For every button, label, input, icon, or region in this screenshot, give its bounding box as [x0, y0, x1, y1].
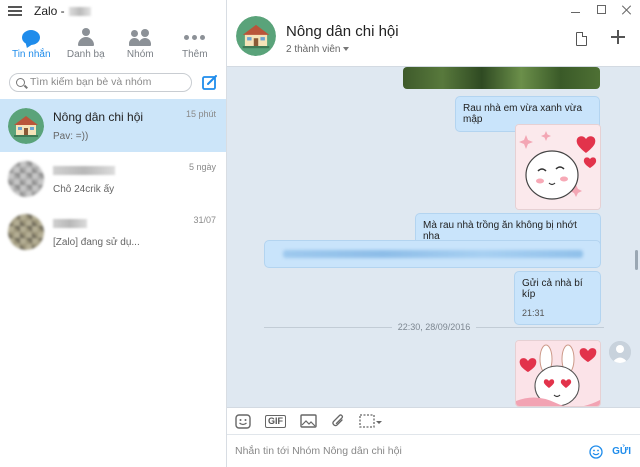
- main-nav: Tin nhắn Danh bạ Nhóm Thêm: [0, 22, 226, 64]
- contact-avatar: [8, 213, 44, 250]
- conversation-time: 15 phút: [185, 109, 216, 119]
- message-text: Rau nhà em vừa xanh vừa mập: [463, 103, 583, 125]
- date-separator-label: 22:30, 28/09/2016: [397, 322, 471, 332]
- app-title: Zalo -: [34, 4, 65, 18]
- sidebar: Zalo - Tin nhắn Danh bạ Nhóm Thêm Tìm ki…: [0, 0, 227, 467]
- nav-tab-contacts[interactable]: Danh bạ: [59, 27, 113, 60]
- message-text: Gửi cả nhà bí kíp: [522, 278, 583, 300]
- nav-tab-label: Nhóm: [126, 49, 154, 60]
- minimize-icon[interactable]: [571, 5, 581, 15]
- send-button[interactable]: GỬI: [612, 446, 631, 457]
- conversation-preview: [Zalo] đang sử dụ...: [53, 236, 140, 248]
- date-separator: 22:30, 28/09/2016: [264, 321, 605, 333]
- nav-tab-messages[interactable]: Tin nhắn: [4, 27, 58, 60]
- group-avatar: [8, 107, 44, 144]
- more-icon: [184, 34, 206, 40]
- composer-toolbar: GIF: [227, 407, 640, 434]
- blurred-name: [53, 165, 115, 175]
- message-list[interactable]: Rau nhà em vừa xanh vừa mập Mà rau nhà t…: [227, 67, 640, 407]
- compose-icon[interactable]: [202, 74, 218, 90]
- conversation-preview: Chỗ 24crik ấy: [53, 183, 115, 195]
- app-titlebar: Zalo -: [0, 0, 226, 22]
- sticker-message[interactable]: [515, 124, 601, 210]
- maximize-icon[interactable]: [597, 5, 606, 14]
- chat-panel: Nông dân chi hội 2 thành viên Rau nhà em…: [227, 0, 640, 467]
- nav-tab-more[interactable]: Thêm: [168, 27, 222, 60]
- gif-label: GIF: [265, 414, 286, 428]
- contact-icon: [77, 28, 94, 46]
- chat-title: Nông dân chi hội: [286, 23, 399, 40]
- conversation-time: 5 ngày: [188, 162, 216, 172]
- chat-header: Nông dân chi hội 2 thành viên: [227, 0, 640, 67]
- chevron-down-icon: [342, 47, 349, 52]
- message-bubble: Gửi cả nhà bí kíp 21:31: [514, 271, 601, 325]
- gif-button[interactable]: GIF: [265, 414, 286, 429]
- conversation-item[interactable]: Chỗ 24crik ấy 5 ngày: [0, 152, 226, 205]
- nav-tab-label: Danh bạ: [66, 49, 105, 60]
- blurred-message-bubble: [264, 240, 601, 268]
- message-text: Mà rau nhà trồng ăn không bị nhớt nha: [423, 220, 577, 242]
- conversation-preview: Pav: =)): [53, 130, 89, 142]
- sticker-message[interactable]: [515, 340, 601, 407]
- nav-tab-label: Thêm: [181, 49, 208, 60]
- search-row: [0, 68, 226, 96]
- members-count: 2 thành viên: [286, 44, 341, 55]
- nav-tab-label: Tin nhắn: [11, 49, 51, 60]
- blurred-text: [283, 250, 583, 258]
- conversation-item[interactable]: [Zalo] đang sử dụ... 31/07: [0, 205, 226, 258]
- contact-avatar: [8, 160, 44, 197]
- document-icon[interactable]: [576, 32, 587, 46]
- screenshot-icon[interactable]: [359, 413, 383, 429]
- blurred-name: [53, 218, 87, 228]
- message-time: 21:31: [522, 308, 545, 318]
- composer: GỬI: [227, 434, 640, 467]
- message-input[interactable]: [235, 445, 575, 457]
- blurred-account-name: [68, 6, 91, 16]
- attachment-icon[interactable]: [331, 413, 345, 429]
- sender-avatar[interactable]: [609, 341, 631, 363]
- chat-group-avatar[interactable]: [236, 16, 276, 56]
- image-icon[interactable]: [300, 414, 317, 429]
- search-input[interactable]: [30, 76, 180, 88]
- conversation-list: Nông dân chi hội Pav: =)) 15 phút Chỗ 24…: [0, 99, 226, 258]
- scrollbar-thumb[interactable]: [635, 250, 638, 270]
- window-controls: [571, 5, 632, 15]
- chat-bubble-icon: [22, 29, 41, 45]
- search-box[interactable]: [9, 72, 192, 92]
- nav-tab-groups[interactable]: Nhóm: [113, 27, 167, 60]
- sticker-icon[interactable]: [235, 413, 251, 429]
- add-icon[interactable]: [611, 30, 625, 44]
- menu-icon[interactable]: [8, 6, 22, 16]
- group-icon: [129, 28, 152, 46]
- close-icon[interactable]: [622, 5, 632, 15]
- search-icon: [16, 77, 25, 87]
- emoji-icon[interactable]: [589, 445, 603, 459]
- photo-message[interactable]: [403, 67, 600, 89]
- members-dropdown[interactable]: 2 thành viên: [286, 44, 349, 55]
- conversation-item[interactable]: Nông dân chi hội Pav: =)) 15 phút: [0, 99, 226, 152]
- conversation-time: 31/07: [193, 215, 216, 225]
